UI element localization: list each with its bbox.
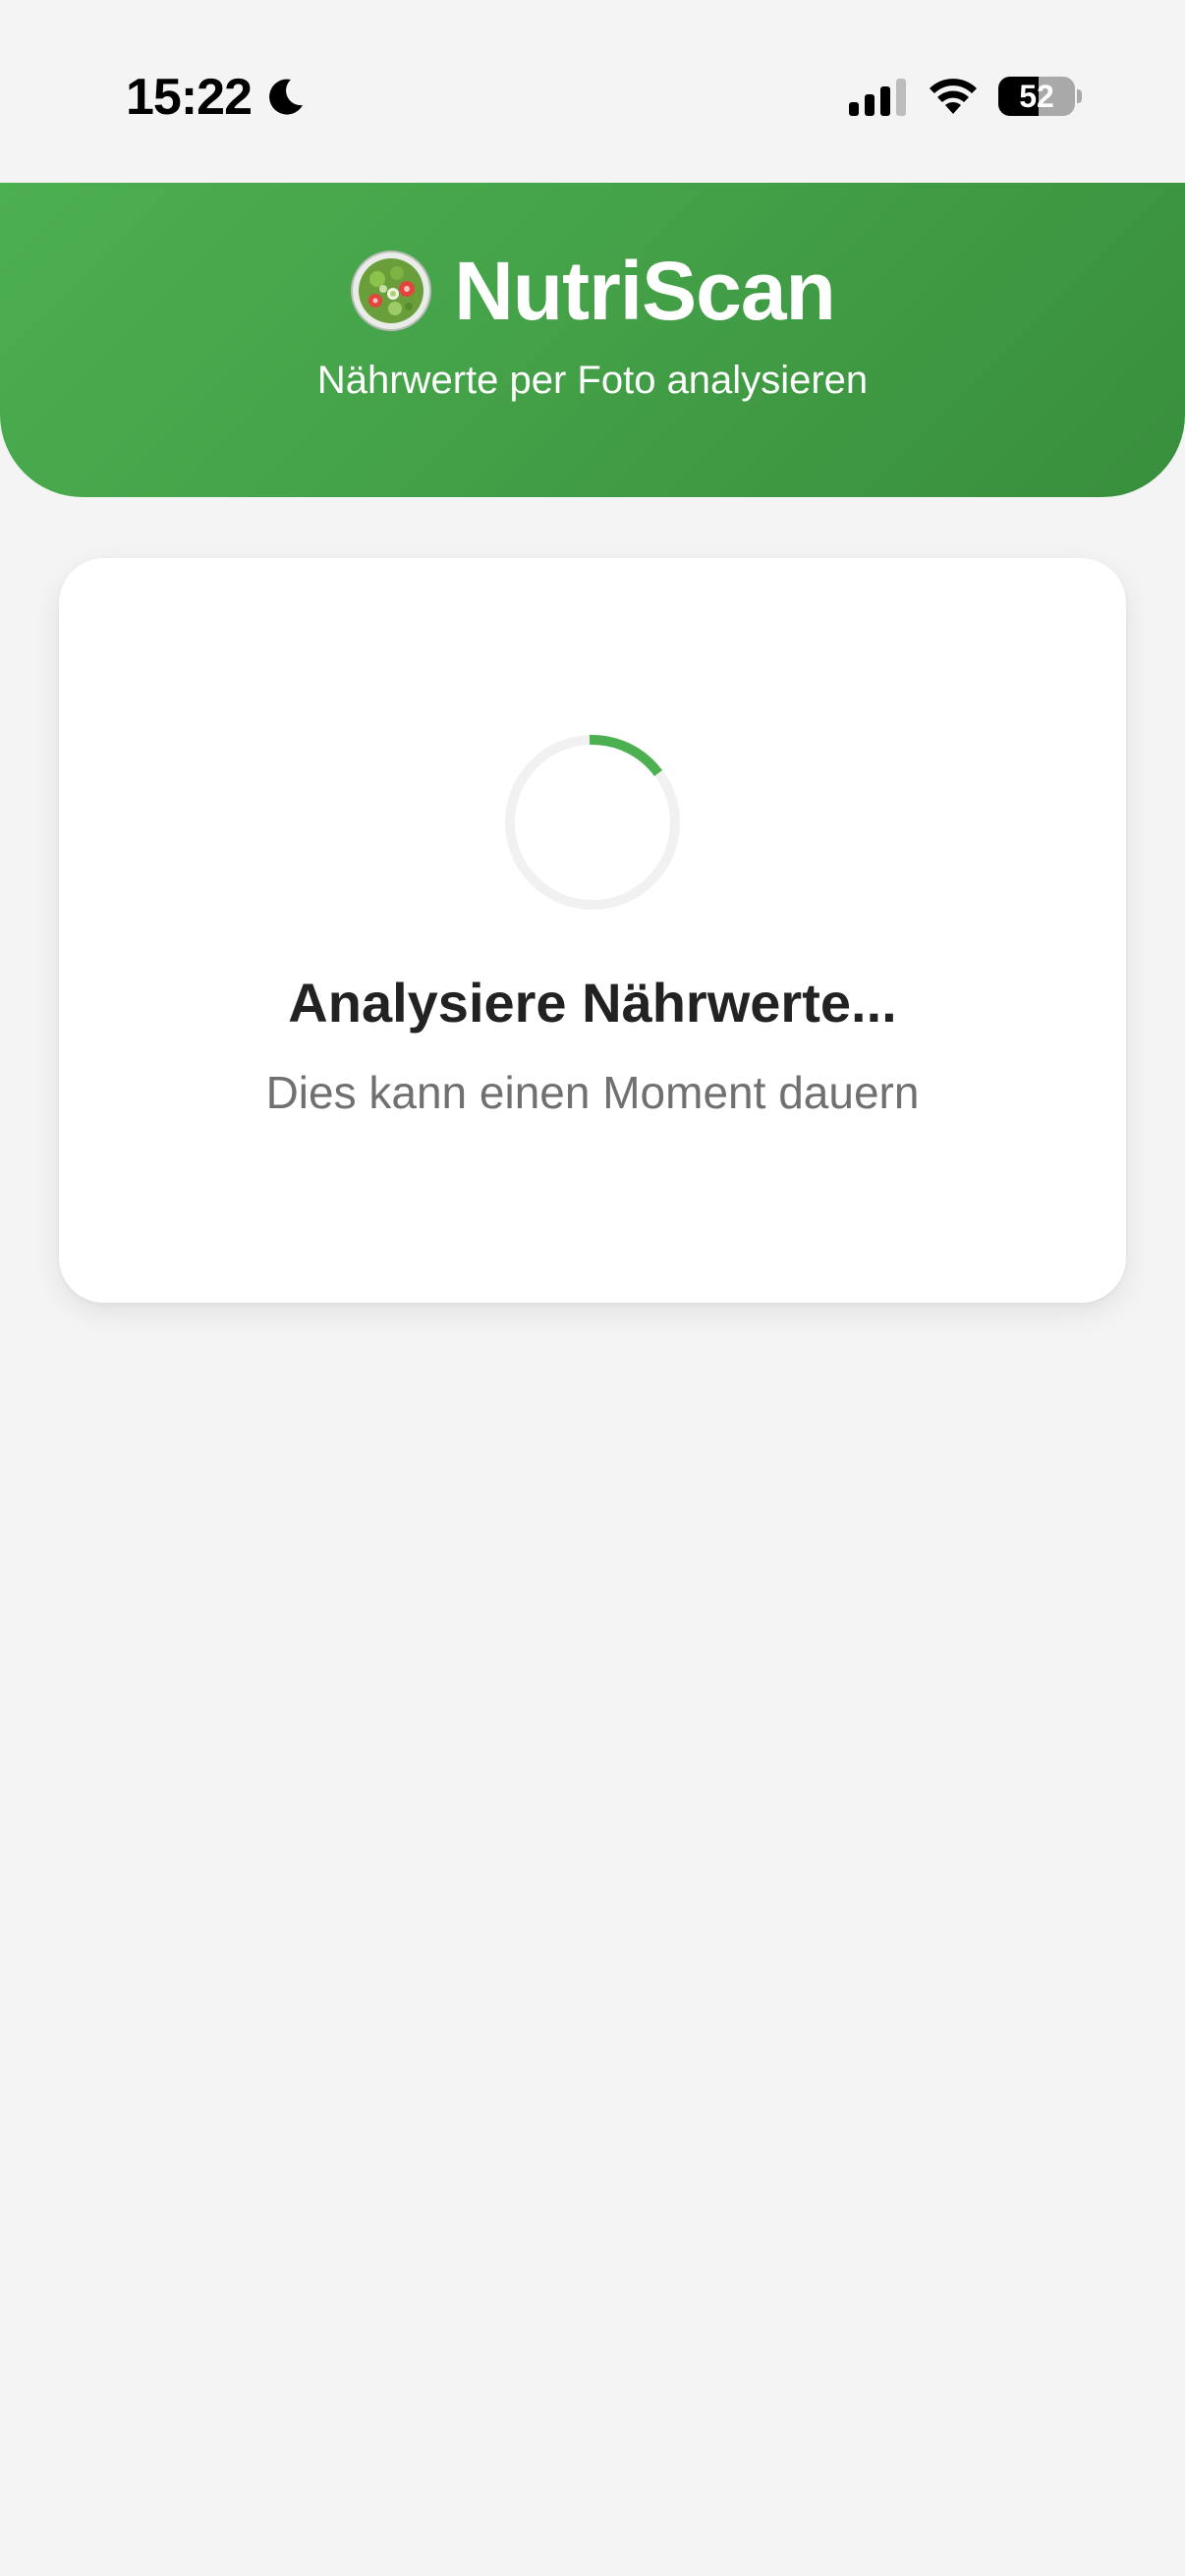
battery-tip <box>1077 89 1082 103</box>
signal-icon <box>849 79 906 116</box>
loading-title: Analysiere Nährwerte... <box>288 972 897 1034</box>
battery-icon: 52 <box>998 77 1082 116</box>
moon-icon <box>269 79 303 115</box>
battery-body: 52 <box>998 77 1075 116</box>
salad-icon <box>351 251 432 331</box>
status-time: 15:22 <box>126 69 253 126</box>
app-title: NutriScan <box>454 245 836 337</box>
spinner-icon <box>505 734 680 910</box>
wifi-icon <box>930 79 977 114</box>
loading-subtitle: Dies kann einen Moment dauern <box>265 1067 920 1118</box>
status-bar: 15:22 52 <box>0 0 1185 183</box>
battery-percent: 52 <box>1019 79 1054 114</box>
app-header: NutriScan Nährwerte per Foto analysieren <box>0 183 1185 497</box>
app-subtitle: Nährwerte per Foto analysieren <box>316 359 869 402</box>
loading-card: Analysiere Nährwerte... Dies kann einen … <box>59 558 1126 1303</box>
brand-row: NutriScan <box>0 242 1185 340</box>
